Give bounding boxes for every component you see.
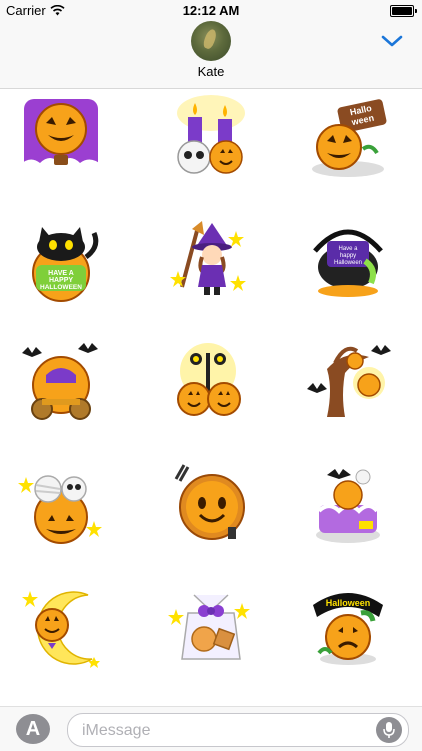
sticker-cookies-bag[interactable] [168, 583, 254, 669]
sticker-black-cat-pumpkin[interactable]: HAVE A HAPPY HALLOWEEN [18, 217, 104, 303]
sticker-little-witch[interactable] [168, 217, 254, 303]
sticker-sad-pumpkin-banner[interactable]: Halloween [305, 583, 391, 669]
sticker-pumpkin-carriage[interactable] [18, 339, 104, 425]
sticker-pumpkin-halloween-sign[interactable]: Hallo ween [305, 95, 391, 181]
svg-text:Have a: Have a [338, 246, 358, 252]
sticker-pumpkins-street-lamp[interactable] [168, 339, 254, 425]
contact-avatar[interactable] [191, 21, 231, 61]
sticker-pumpkin-balloon[interactable] [18, 95, 104, 181]
sticker-pumpkin-pie[interactable] [168, 461, 254, 547]
svg-text:happy: happy [340, 253, 356, 259]
message-input[interactable] [80, 719, 374, 743]
svg-text:HAVE A: HAVE A [48, 270, 74, 277]
sticker-spooky-tree[interactable] [305, 339, 391, 425]
svg-text:Halloween: Halloween [326, 598, 371, 608]
microphone-icon[interactable] [376, 717, 402, 743]
sticker-pumpkin-moon[interactable] [18, 583, 104, 669]
message-field-container [67, 713, 409, 747]
sticker-cauldron[interactable]: Have a happy Halloween [305, 217, 391, 303]
sticker-grid: Hallo ween HAVE A HAPPY HALLOWEEN Have a… [0, 89, 422, 706]
sticker-mummy-skull-pumpkin[interactable] [18, 461, 104, 547]
battery-icon [390, 5, 417, 17]
sticker-candles-skull[interactable] [168, 95, 254, 181]
svg-text:HAPPY: HAPPY [49, 277, 73, 284]
chevron-down-icon[interactable] [381, 34, 403, 48]
status-time: 12:12 AM [182, 3, 240, 18]
app-store-icon[interactable]: A [16, 714, 50, 744]
sticker-pumpkin-cake[interactable] [305, 461, 391, 547]
svg-text:Halloween: Halloween [334, 260, 362, 266]
status-bar: Carrier 12:12 AM [0, 0, 422, 22]
contact-name[interactable]: Kate [0, 64, 422, 79]
svg-text:HALLOWEEN: HALLOWEEN [40, 284, 82, 291]
compose-bar: A [0, 706, 422, 751]
conversation-header: Carrier 12:12 AM Kate [0, 0, 422, 89]
